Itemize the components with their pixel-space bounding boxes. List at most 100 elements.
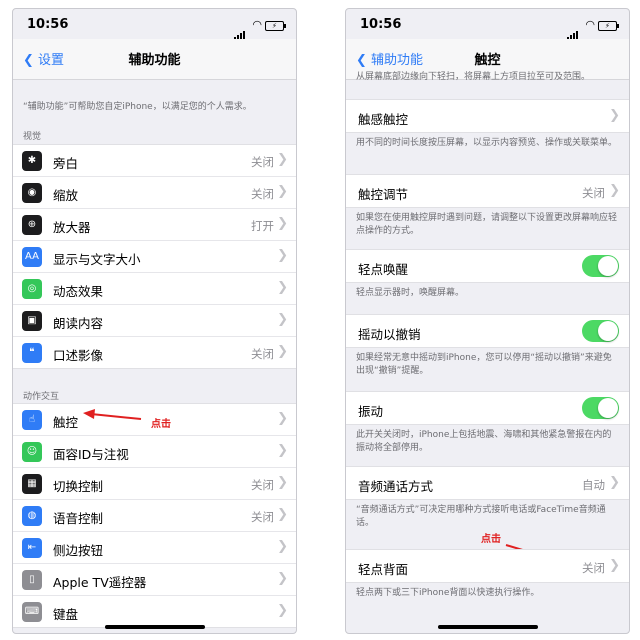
shake-to-undo-note: 如果经常无意中摇动到iPhone，您可以停用“摇动以撤销”来避免出现“撤销”提醒… [356, 353, 612, 376]
motor-group: ☝ 触控 ❯ ☺ 面容ID与注视 ❯ ▦ 切换控制 关闭 ❯ ◍ 语音控制 关闭 ❯ ⇤ 侧边按钮 ❯ ▯ Appl… [13, 403, 296, 628]
keyboard-icon: ⌨ [22, 602, 42, 622]
annotation-arrow-left [83, 409, 142, 420]
nav-bar: ❮ 设置 辅助功能 [13, 39, 296, 80]
chevron-right-icon: ❯ [277, 571, 288, 586]
vision-group: ✱ 旁白 关闭 ❯ ◉ 缩放 关闭 ❯ ⊕ 放大器 打开 ❯ AA 显示与文字大小 ❯ ◎ 动态效果 ❯ ▣ 朗读内容… [13, 144, 296, 369]
tap-to-wake-label: 轻点唤醒 [358, 262, 409, 277]
settings-row-value: 关闭 [251, 347, 274, 361]
motion-icon: ◎ [22, 279, 42, 299]
accessibility-screen: 10:56 ◠ ⚡ ❮ 设置 辅助功能 “辅助功能”可帮助您自定iPhone，以… [12, 8, 297, 634]
page-title: 辅助功能 [128, 53, 181, 68]
settings-row[interactable]: ◉ 缩放 关闭 ❯ [13, 177, 296, 209]
cellular-signal-icon [567, 21, 579, 40]
settings-row[interactable]: AA 显示与文字大小 ❯ [13, 241, 296, 273]
settings-row-value: 关闭 [251, 187, 274, 201]
call-audio-routing-label: 音频通话方式 [358, 479, 434, 494]
battery-charging-icon: ⚡ [598, 21, 619, 31]
touch-accommodations-value: 关闭 [582, 186, 605, 200]
chevron-right-icon: ❯ [609, 475, 620, 490]
settings-row[interactable]: ▯ Apple TV遥控器 ❯ [13, 564, 296, 596]
vibration-toggle[interactable] [582, 397, 619, 419]
voice-control-icon: ◍ [22, 506, 42, 526]
settings-row[interactable]: ⇤ 侧边按钮 ❯ [13, 532, 296, 564]
touch-accommodations-row[interactable]: 触控调节 关闭 ❯ [346, 174, 629, 208]
call-audio-routing-row[interactable]: 音频通话方式 自动 ❯ [346, 466, 629, 500]
chevron-right-icon: ❯ [609, 108, 620, 123]
vibration-note: 此开关关闭时，iPhone上包括地震、海啸和其他紧急警报在内的振动将全部停用。 [356, 430, 612, 453]
settings-row-label: 口述影像 [53, 348, 104, 363]
chevron-right-icon: ❯ [277, 539, 288, 554]
settings-row[interactable]: ◍ 语音控制 关闭 ❯ [13, 500, 296, 532]
settings-row-value: 打开 [251, 219, 274, 233]
battery-charging-icon: ⚡ [265, 21, 286, 31]
audio-description-icon: ❝ [22, 343, 42, 363]
settings-row-label: 面容ID与注视 [53, 447, 129, 462]
section-header-motor: 动作交互 [23, 392, 60, 402]
settings-row-label: 显示与文字大小 [53, 252, 141, 267]
settings-row-label: Apple TV遥控器 [53, 575, 147, 590]
side-button-icon: ⇤ [22, 538, 42, 558]
chevron-right-icon: ❯ [277, 344, 288, 359]
settings-row-label: 动态效果 [53, 284, 104, 299]
home-indicator [437, 625, 538, 629]
settings-row-label: 朗读内容 [53, 316, 104, 331]
call-audio-routing-note: “音频通话方式”可决定用哪种方式接听电话或FaceTime音频通话。 [356, 505, 606, 528]
status-time: 10:56 [27, 17, 69, 32]
chevron-right-icon: ❯ [277, 603, 288, 618]
chevron-right-icon: ❯ [277, 184, 288, 199]
switch-control-icon: ▦ [22, 474, 42, 494]
settings-row[interactable]: ☺ 面容ID与注视 ❯ [13, 436, 296, 468]
chevron-right-icon: ❯ [277, 248, 288, 263]
settings-row[interactable]: ▣ 朗读内容 ❯ [13, 305, 296, 337]
settings-row[interactable]: ⌨ 键盘 ❯ [13, 596, 296, 627]
touch-accommodations-note: 如果您在使用触控屏时遇到问题，请调整以下设置更改屏幕响应轻点操作的方式。 [356, 213, 618, 236]
touch-icon: ☝ [22, 410, 42, 430]
page-title: 触控 [474, 53, 501, 68]
settings-row-value: 关闭 [251, 510, 274, 524]
tap-to-wake-toggle[interactable] [582, 255, 619, 277]
shake-to-undo-toggle[interactable] [582, 320, 619, 342]
status-bar: 10:56 ◠ ⚡ [346, 9, 629, 40]
chevron-right-icon: ❯ [277, 216, 288, 231]
settings-row-label: 触控 [53, 415, 79, 430]
text-size-icon: AA [22, 247, 42, 267]
spoken-content-icon: ▣ [22, 311, 42, 331]
chevron-right-icon: ❯ [277, 152, 288, 167]
haptic-touch-note: 用不同的时间长度按压屏幕，以显示内容预览、操作或关联菜单。 [356, 138, 618, 148]
intro-text: “辅助功能”可帮助您自定iPhone，以满足您的个人需求。 [23, 102, 252, 112]
touch-settings-screen: 10:56 ◠ ⚡ ❮ 辅助功能 触控 从屏幕底部边缘向下轻扫，将屏幕上方项目拉… [345, 8, 630, 634]
haptic-touch-row[interactable]: 触感触控 ❯ [346, 99, 629, 133]
settings-row-label: 旁白 [53, 156, 79, 171]
settings-row[interactable]: ⊕ 放大器 打开 ❯ [13, 209, 296, 241]
tv-remote-icon: ▯ [22, 570, 42, 590]
vibration-row: 振动 [346, 391, 629, 425]
shake-to-undo-row: 摇动以撤销 [346, 314, 629, 348]
chevron-right-icon: ❯ [277, 411, 288, 426]
annotation-tap-left: 点击 [151, 419, 171, 430]
call-audio-routing-value: 自动 [582, 478, 605, 492]
settings-row[interactable]: ✱ 旁白 关闭 ❯ [13, 145, 296, 177]
chevron-right-icon: ❯ [277, 312, 288, 327]
back-tap-value: 关闭 [582, 561, 605, 575]
back-tap-row[interactable]: 轻点背面 关闭 ❯ [346, 549, 629, 583]
magnifier-icon: ⊕ [22, 215, 42, 235]
touch-accommodations-label: 触控调节 [358, 187, 409, 202]
chevron-right-icon: ❯ [277, 280, 288, 295]
wifi-icon: ◠ [585, 18, 595, 31]
haptic-touch-label: 触感触控 [358, 112, 409, 127]
settings-row[interactable]: ▦ 切换控制 关闭 ❯ [13, 468, 296, 500]
voiceover-icon: ✱ [22, 151, 42, 171]
tap-to-wake-note: 轻点显示器时，唤醒屏幕。 [356, 288, 465, 298]
face-id-icon: ☺ [22, 442, 42, 462]
settings-row[interactable]: ❝ 口述影像 关闭 ❯ [13, 337, 296, 368]
settings-row-label: 语音控制 [53, 511, 104, 526]
annotation-tap-right: 点击 [481, 534, 501, 545]
chevron-right-icon: ❯ [277, 443, 288, 458]
settings-row-label: 侧边按钮 [53, 543, 104, 558]
chevron-right-icon: ❯ [609, 558, 620, 573]
back-tap-label: 轻点背面 [358, 562, 409, 577]
settings-row-value: 关闭 [251, 478, 274, 492]
settings-row-label: 放大器 [53, 220, 91, 235]
status-time: 10:56 [360, 17, 402, 32]
settings-row[interactable]: ◎ 动态效果 ❯ [13, 273, 296, 305]
